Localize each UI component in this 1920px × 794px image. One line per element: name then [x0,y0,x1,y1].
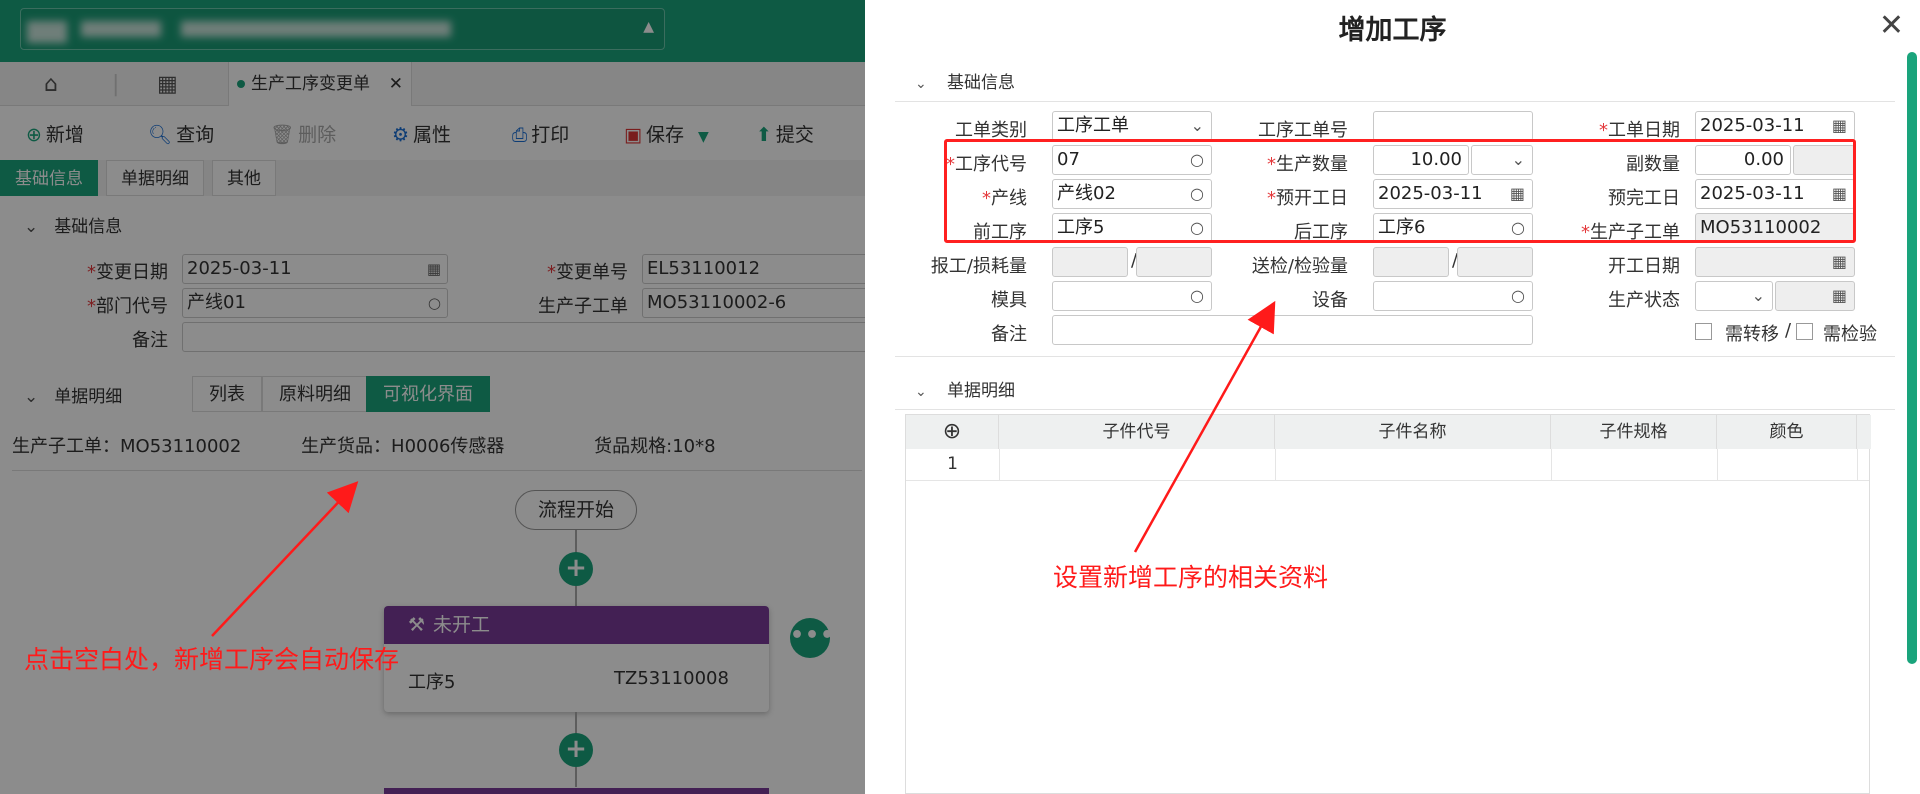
arrow-right [1133,300,1276,553]
arrow-left [211,481,359,637]
annotation-right: 设置新增工序的相关资料 [1053,563,1329,592]
annotation-arrows [211,300,1276,637]
